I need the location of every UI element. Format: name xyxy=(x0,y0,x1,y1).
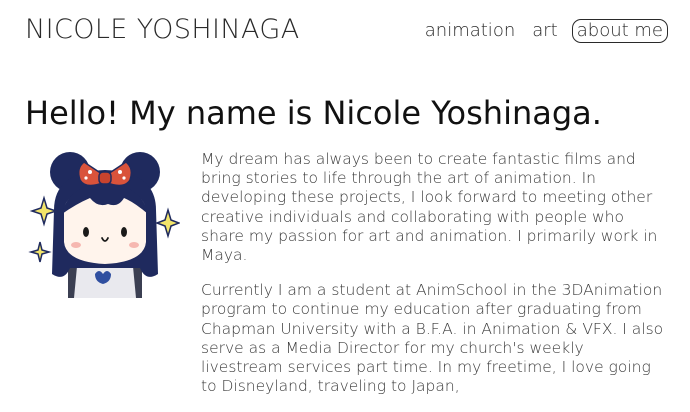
page-headline: Hello! My name is Nicole Yoshinaga. xyxy=(25,94,602,132)
bio-text: My dream has always been to create fanta… xyxy=(201,150,667,412)
bio-paragraph-1: My dream has always been to create fanta… xyxy=(201,150,658,265)
site-title[interactable]: NICOLE YOSHINAGA xyxy=(25,14,300,45)
nav-animation-link[interactable]: animation xyxy=(422,20,518,42)
avatar xyxy=(28,150,182,298)
nav-art-link[interactable]: art xyxy=(529,20,561,42)
bio-paragraph-2: Currently I am a student at AnimSchool i… xyxy=(201,281,664,396)
nav-about-me-link[interactable]: about me xyxy=(571,19,668,43)
main-nav: animation art about me xyxy=(422,19,668,43)
cartoon-girl-avatar-icon xyxy=(28,152,182,298)
